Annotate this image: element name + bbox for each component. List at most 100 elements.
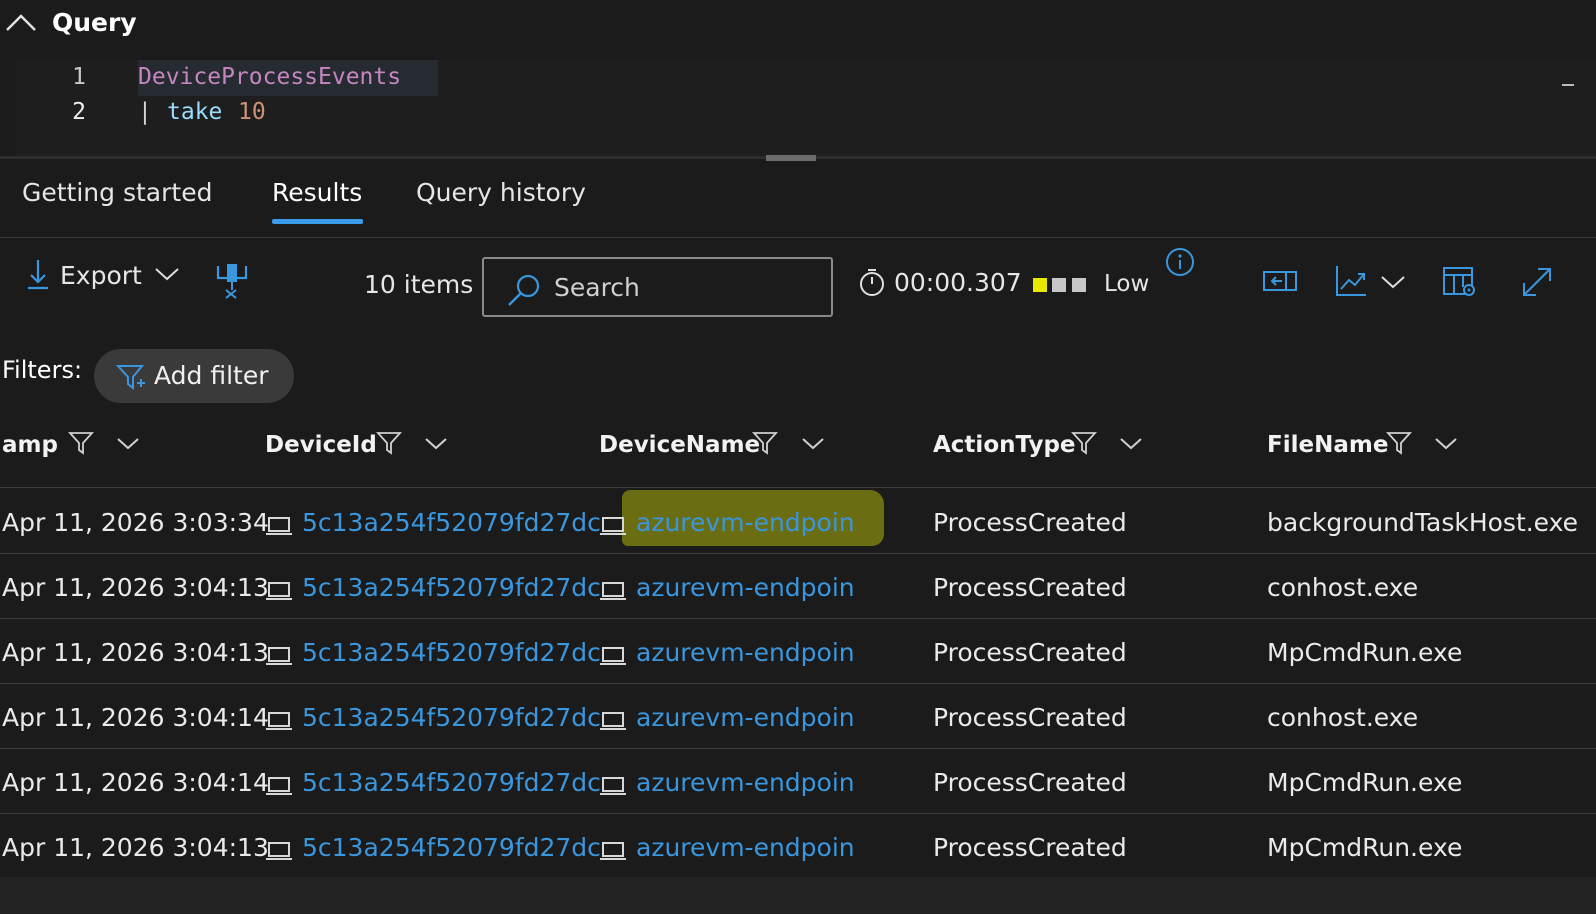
resource-usage-bar-3: [1072, 278, 1086, 292]
query-panel-header[interactable]: Query: [0, 0, 1596, 52]
chevron-up-icon[interactable]: [4, 10, 38, 34]
line-number: 1: [72, 64, 86, 90]
device-icon: [265, 841, 293, 861]
filter-icon[interactable]: [1071, 430, 1097, 456]
table-row[interactable]: Apr 11, 2026 3:03:34 5c13a254f52079fd27d…: [0, 490, 1596, 555]
stopwatch-icon: [858, 267, 886, 297]
tabs-divider: [0, 237, 1596, 238]
cell-devicename-link[interactable]: azurevm-endpoin: [636, 703, 855, 732]
table-row[interactable]: Apr 11, 2026 3:04:13 5c13a254f52079fd27d…: [0, 815, 1596, 880]
search-input[interactable]: Search: [482, 257, 833, 317]
row-divider: [0, 748, 1596, 749]
add-filter-button[interactable]: Add filter: [94, 349, 294, 403]
cell-filename: MpCmdRun.exe: [1267, 833, 1463, 862]
cell-actiontype: ProcessCreated: [933, 573, 1127, 602]
column-header-devicename[interactable]: DeviceName: [599, 432, 760, 458]
resource-usage-level: Low: [1104, 271, 1150, 297]
chevron-down-icon[interactable]: [801, 436, 825, 451]
editor-resize-handle[interactable]: [766, 155, 816, 161]
item-count: 10 items: [364, 270, 474, 299]
pin-column-icon[interactable]: [214, 262, 250, 300]
device-icon: [265, 581, 293, 601]
cell-timestamp: Apr 11, 2026 3:03:34: [2, 508, 269, 537]
column-header-timestamp[interactable]: amp: [2, 432, 58, 458]
cell-deviceid-link[interactable]: 5c13a254f52079fd27dc: [302, 508, 601, 537]
table-scroll-area[interactable]: [0, 877, 1596, 914]
table-row[interactable]: Apr 11, 2026 3:04:13 5c13a254f52079fd27d…: [0, 555, 1596, 620]
device-icon: [599, 581, 627, 601]
code-table-name[interactable]: DeviceProcessEvents: [138, 64, 401, 90]
filter-icon[interactable]: [68, 430, 94, 456]
chevron-down-icon: [154, 266, 180, 282]
filter-icon[interactable]: [752, 430, 778, 456]
cell-deviceid-link[interactable]: 5c13a254f52079fd27dc: [302, 638, 601, 667]
device-icon: [599, 841, 627, 861]
chevron-down-icon[interactable]: [116, 436, 140, 451]
filter-icon[interactable]: [376, 430, 402, 456]
cell-deviceid-link[interactable]: 5c13a254f52079fd27dc: [302, 833, 601, 862]
cell-devicename-link[interactable]: azurevm-endpoin: [636, 768, 855, 797]
cell-deviceid-link[interactable]: 5c13a254f52079fd27dc: [302, 703, 601, 732]
cell-timestamp: Apr 11, 2026 3:04:13: [2, 638, 269, 667]
cell-filename: conhost.exe: [1267, 573, 1419, 602]
table-row[interactable]: Apr 11, 2026 3:04:14 5c13a254f52079fd27d…: [0, 685, 1596, 750]
tab-results[interactable]: Results: [272, 178, 362, 207]
chevron-down-icon[interactable]: [1380, 274, 1406, 290]
editor-overview-marker: [1562, 84, 1574, 86]
code-number[interactable]: 10: [238, 99, 266, 125]
row-divider: [0, 487, 1596, 488]
table-row[interactable]: Apr 11, 2026 3:04:14 5c13a254f52079fd27d…: [0, 750, 1596, 815]
device-icon: [265, 516, 293, 536]
search-placeholder: Search: [554, 273, 640, 302]
column-header-deviceid[interactable]: DeviceId: [265, 432, 377, 458]
cell-deviceid-link[interactable]: 5c13a254f52079fd27dc: [302, 768, 601, 797]
query-panel-title: Query: [52, 8, 137, 37]
cell-devicename-link[interactable]: azurevm-endpoin: [636, 508, 855, 537]
cell-filename: MpCmdRun.exe: [1267, 638, 1463, 667]
code-pipe[interactable]: |: [138, 99, 152, 125]
code-operator[interactable]: take: [167, 99, 222, 125]
cell-filename: conhost.exe: [1267, 703, 1419, 732]
add-filter-label: Add filter: [154, 361, 269, 390]
resource-usage-bar-2: [1052, 278, 1066, 292]
column-header-filename[interactable]: FileName: [1267, 432, 1388, 458]
tab-getting-started[interactable]: Getting started: [22, 178, 212, 207]
active-tab-indicator: [272, 219, 363, 224]
info-icon[interactable]: [1165, 247, 1195, 277]
device-icon: [599, 711, 627, 731]
query-editor[interactable]: 1 DeviceProcessEvents 2 | take 10: [16, 60, 1596, 158]
row-divider: [0, 618, 1596, 619]
filter-icon[interactable]: [1386, 430, 1412, 456]
customize-columns-icon[interactable]: [1442, 265, 1478, 299]
row-divider: [0, 553, 1596, 554]
cell-timestamp: Apr 11, 2026 3:04:14: [2, 768, 269, 797]
cell-filename: backgroundTaskHost.exe: [1267, 508, 1579, 537]
column-header-actiontype[interactable]: ActionType: [933, 432, 1076, 458]
device-icon: [265, 711, 293, 731]
device-icon: [265, 646, 293, 666]
cell-devicename-link[interactable]: azurevm-endpoin: [636, 638, 855, 667]
chevron-down-icon[interactable]: [1119, 436, 1143, 451]
cell-timestamp: Apr 11, 2026 3:04:13: [2, 833, 269, 862]
chevron-down-icon[interactable]: [424, 436, 448, 451]
collapse-panel-icon[interactable]: [1262, 268, 1298, 294]
resource-usage-bar-1: [1033, 278, 1047, 292]
chevron-down-icon[interactable]: [1434, 436, 1458, 451]
tab-query-history[interactable]: Query history: [416, 178, 586, 207]
device-icon: [599, 776, 627, 796]
expand-icon[interactable]: [1520, 265, 1554, 299]
cell-actiontype: ProcessCreated: [933, 833, 1127, 862]
device-icon: [265, 776, 293, 796]
export-label: Export: [60, 261, 142, 290]
table-row[interactable]: Apr 11, 2026 3:04:13 5c13a254f52079fd27d…: [0, 620, 1596, 685]
cell-devicename-link[interactable]: azurevm-endpoin: [636, 833, 855, 862]
cell-deviceid-link[interactable]: 5c13a254f52079fd27dc: [302, 573, 601, 602]
device-icon: [599, 646, 627, 666]
chart-icon[interactable]: [1334, 264, 1368, 298]
add-filter-icon: [116, 363, 146, 391]
row-divider: [0, 683, 1596, 684]
query-duration: 00:00.307: [894, 268, 1022, 297]
cell-devicename-link[interactable]: azurevm-endpoin: [636, 573, 855, 602]
cell-actiontype: ProcessCreated: [933, 703, 1127, 732]
cell-actiontype: ProcessCreated: [933, 638, 1127, 667]
